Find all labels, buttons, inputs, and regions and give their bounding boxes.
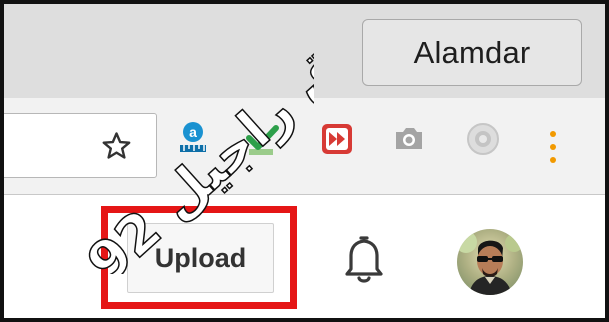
bell-icon[interactable] [337,231,391,287]
browser-title-bar: Alamdar [4,4,605,98]
user-avatar-icon[interactable] [457,229,523,295]
bookmark-star-icon[interactable] [101,131,132,162]
camera-extension-icon[interactable] [390,120,428,158]
address-bar[interactable] [4,113,157,178]
kebab-menu-icon[interactable] [543,127,563,167]
profile-switcher-button[interactable]: Alamdar [362,19,582,86]
green-checkmark-extension-icon[interactable] [243,120,281,158]
browser-screenshot: Alamdar a Upload فارق راجیل 92 [0,0,609,322]
red-fast-forward-extension-icon[interactable] [318,120,356,158]
gray-circle-extension-icon[interactable] [464,120,502,158]
browser-toolbar [4,98,605,195]
amazon-assistant-extension-icon[interactable]: a [174,120,212,158]
svg-text:a: a [189,124,197,140]
upload-button[interactable]: Upload [127,223,274,293]
